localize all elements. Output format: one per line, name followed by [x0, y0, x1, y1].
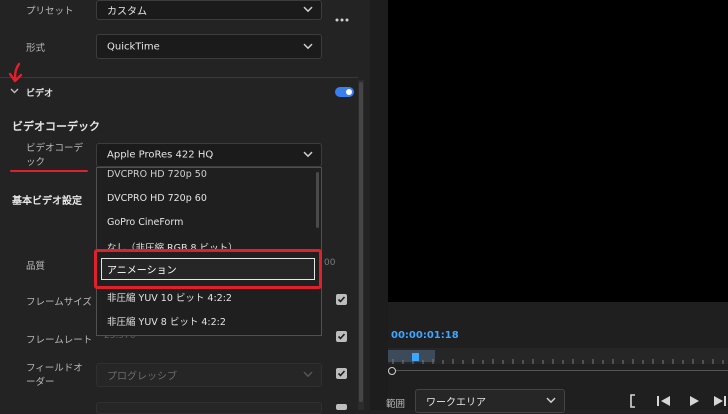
basic-video-settings-heading: 基本ビデオ設定	[12, 196, 82, 207]
preset-label: プリセット	[26, 6, 74, 17]
field-order-value: プログレッシブ	[107, 371, 177, 383]
field-order-select[interactable]: プログレッシブ	[96, 363, 322, 387]
format-label: 形式	[26, 43, 46, 54]
quality-label: 品質	[26, 261, 46, 272]
chevron-down-icon	[303, 151, 313, 158]
mark-in-icon[interactable]	[628, 394, 638, 408]
chevron-down-icon[interactable]	[10, 88, 19, 94]
codec-value: Apple ProRes 422 HQ	[107, 149, 214, 161]
range-label: 範囲	[386, 399, 406, 410]
field-order-match-checkbox[interactable]	[336, 368, 347, 379]
quality-value: 00	[324, 258, 336, 268]
codec-section-heading: ビデオコーデック	[12, 120, 100, 133]
preset-select[interactable]: カスタム	[96, 0, 322, 20]
codec-option[interactable]: DVCPRO HD 720p 60	[107, 193, 207, 204]
panel-scrollbar-thumb[interactable]	[359, 82, 363, 402]
playhead-track	[388, 370, 728, 371]
play-icon[interactable]	[688, 395, 700, 407]
chevron-down-icon	[546, 397, 556, 404]
codec-option[interactable]: GoPro CineForm	[107, 217, 183, 228]
codec-option-label: アニメーション	[107, 265, 177, 277]
red-underline-annotation	[10, 170, 88, 172]
codec-option-selected[interactable]: アニメーション	[101, 258, 315, 280]
codec-select[interactable]: Apple ProRes 422 HQ	[96, 143, 322, 167]
codec-option[interactable]: 非圧縮 YUV 10 ビット 4:2:2	[107, 290, 232, 304]
panel-divider	[370, 0, 388, 410]
step-back-icon[interactable]	[656, 395, 672, 407]
chevron-down-icon	[303, 371, 313, 378]
red-arrow-annotation	[8, 62, 23, 83]
field-order-label: フィールドオーダー	[26, 363, 83, 388]
frame-rate-match-checkbox[interactable]	[336, 331, 347, 342]
chevron-down-icon	[303, 6, 313, 13]
codec-option[interactable]: 非圧縮 YUV 8 ビット 4:2:2	[107, 314, 226, 328]
more-options-icon[interactable]	[335, 7, 349, 22]
range-select[interactable]: ワークエリア	[415, 389, 565, 413]
playhead-knob[interactable]	[388, 367, 396, 375]
preset-value: カスタム	[107, 6, 147, 18]
video-enable-toggle[interactable]	[335, 87, 354, 97]
frame-size-label: フレームサイズ	[26, 297, 92, 308]
format-select[interactable]: QuickTime	[96, 34, 322, 59]
section-divider	[0, 77, 358, 78]
highlight-annotation-box: アニメーション	[94, 249, 322, 289]
toggle-knob	[346, 89, 352, 95]
step-forward-icon[interactable]	[712, 395, 728, 407]
format-value: QuickTime	[107, 41, 160, 52]
timecode-display: 00:00:01:18	[391, 330, 459, 341]
panel-scrollbar-track[interactable]	[358, 80, 364, 410]
dropdown-scrollbar[interactable]	[316, 172, 319, 228]
next-setting-select[interactable]	[96, 402, 322, 414]
codec-label: ビデオコーデック	[26, 143, 84, 168]
codec-option[interactable]: DVCPRO HD 720p 50	[107, 169, 207, 180]
timeline-ruler[interactable]	[388, 348, 728, 364]
frame-rate-label: フレームレート	[26, 335, 93, 346]
chevron-down-icon	[303, 43, 313, 49]
video-section-title: ビデオ	[26, 89, 54, 99]
next-setting-checkbox[interactable]	[336, 404, 347, 410]
range-value: ワークエリア	[426, 397, 486, 409]
frame-size-match-checkbox[interactable]	[336, 294, 347, 305]
video-preview	[388, 0, 728, 302]
